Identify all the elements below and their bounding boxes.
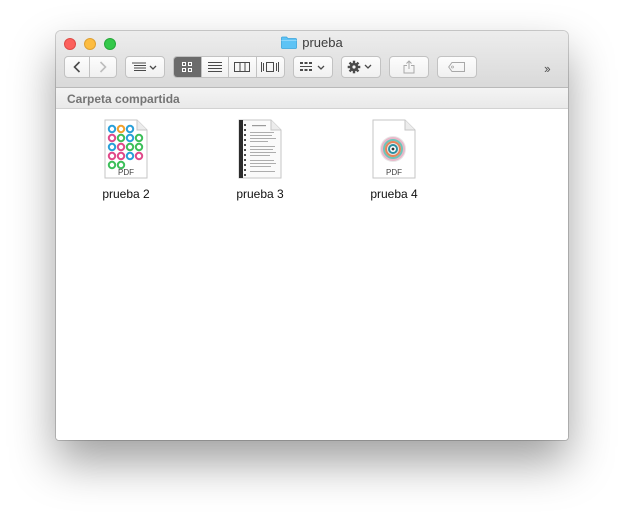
arrange-menu-icon [132, 62, 157, 71]
coverflow-view-button[interactable] [257, 57, 284, 77]
chevron-right-icon [99, 61, 107, 73]
window-title: prueba [302, 35, 343, 50]
list-view-icon [207, 62, 222, 72]
file-item[interactable]: PDF prueba 2 [76, 119, 176, 201]
group-button[interactable] [293, 56, 333, 78]
pdf-badge: PDF [386, 168, 402, 177]
tag-icon [448, 62, 465, 72]
group-icon [300, 62, 325, 71]
toolbar-overflow-button[interactable]: ›› [544, 61, 551, 76]
coverflow-view-icon [261, 62, 280, 72]
file-name[interactable]: prueba 2 [76, 187, 176, 201]
file-item[interactable]: prueba 3 [210, 119, 310, 201]
tag-button[interactable] [437, 56, 477, 78]
arrange-button[interactable] [125, 56, 165, 78]
share-button[interactable] [389, 56, 429, 78]
file-area[interactable]: PDF prueba 2 prueba 3 PDF prueba 4 [56, 109, 568, 440]
icon-view-button[interactable] [174, 57, 202, 77]
titlebar[interactable]: prueba ›› [56, 31, 568, 88]
view-mode-segment [173, 56, 285, 78]
action-button[interactable] [341, 56, 381, 78]
forward-button[interactable] [90, 57, 116, 77]
file-thumbnail: PDF [104, 119, 148, 179]
file-thumbnail: PDF [372, 119, 416, 179]
path-bar-label: Carpeta compartida [67, 92, 180, 106]
back-button[interactable] [65, 57, 91, 77]
navigation-segment [64, 56, 117, 78]
column-view-button[interactable] [229, 57, 257, 77]
gear-icon [347, 60, 372, 74]
pdf-document-thumbnail [238, 119, 282, 179]
column-view-icon [234, 62, 251, 72]
file-name[interactable]: prueba 4 [344, 187, 444, 201]
finder-window: prueba ›› Carpeta compartida PDF prueba … [56, 31, 568, 440]
pdf-badge: PDF [118, 168, 134, 177]
file-name[interactable]: prueba 3 [210, 187, 310, 201]
path-bar: Carpeta compartida [56, 88, 568, 109]
share-icon [403, 60, 415, 74]
file-item[interactable]: PDF prueba 4 [344, 119, 444, 201]
chevron-left-icon [73, 61, 81, 73]
list-view-button[interactable] [202, 57, 229, 77]
icon-view-icon [182, 62, 193, 72]
window-title-area: prueba [56, 35, 568, 53]
file-thumbnail [238, 119, 282, 179]
folder-icon [281, 36, 298, 49]
